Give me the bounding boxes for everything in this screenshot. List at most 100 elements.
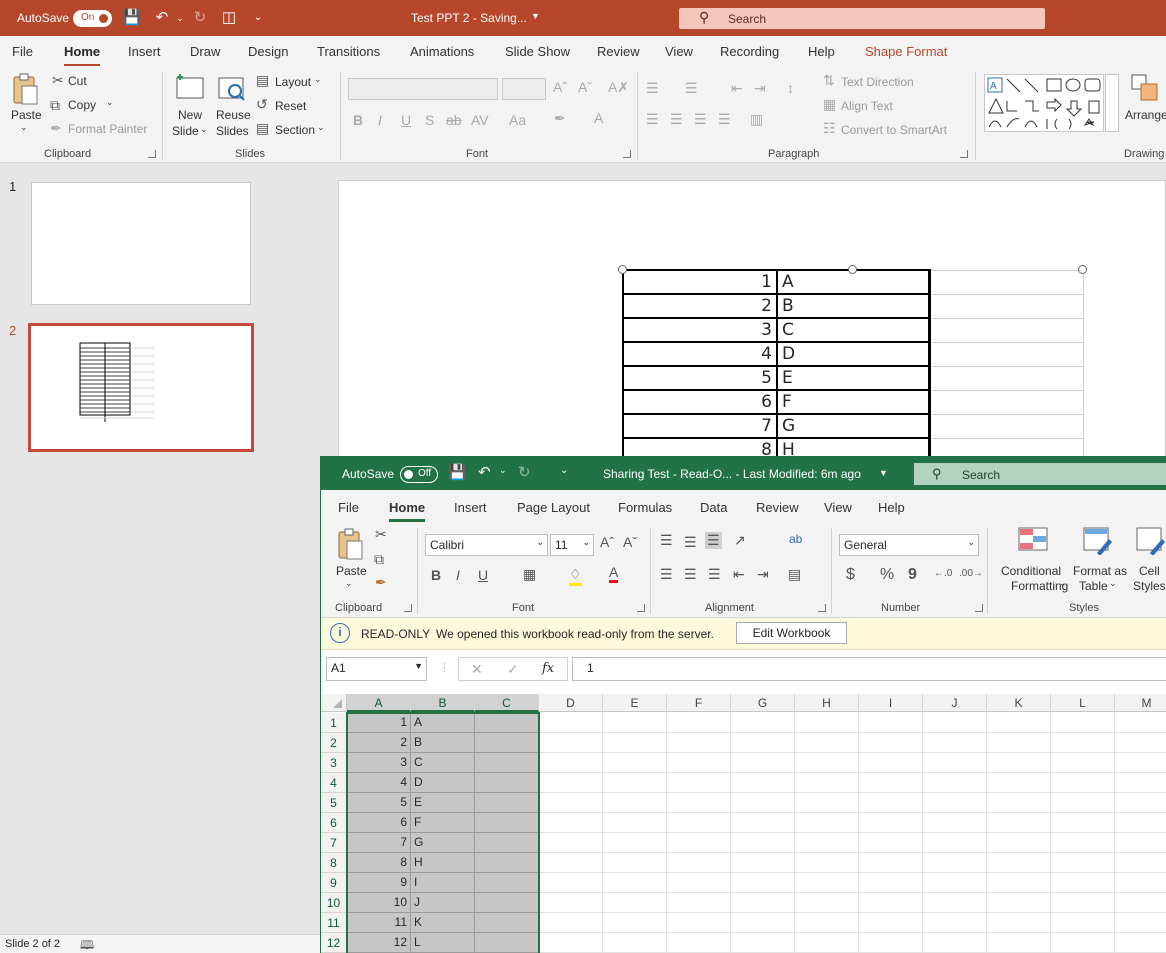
cell-d1[interactable]: [539, 713, 603, 733]
change-case-button[interactable]: Aa: [509, 112, 526, 128]
paste-icon[interactable]: [11, 72, 39, 106]
align-left-icon[interactable]: ☰: [646, 111, 659, 128]
excel-tab-home[interactable]: Home: [389, 500, 426, 522]
table-cell-empty[interactable]: [927, 365, 1084, 391]
cell-l6[interactable]: [1051, 813, 1115, 833]
bottom-align-icon[interactable]: ☰: [705, 532, 722, 549]
table-cell-number[interactable]: 4: [622, 341, 778, 367]
excel-document-title[interactable]: Sharing Test - Read-O... - Last Modified…: [603, 467, 861, 481]
cell-e7[interactable]: [603, 833, 667, 853]
bullets-icon[interactable]: ☰: [646, 80, 659, 97]
cell-c7[interactable]: [475, 833, 539, 853]
cell-e6[interactable]: [603, 813, 667, 833]
cell-h5[interactable]: [795, 793, 859, 813]
resize-handle-top-left[interactable]: [618, 265, 627, 274]
cell-a11[interactable]: 11: [347, 913, 411, 933]
excel-decrease-indent-icon[interactable]: ⇤: [733, 566, 745, 583]
reset-button[interactable]: Reset: [275, 99, 306, 113]
cell-j7[interactable]: [923, 833, 987, 853]
column-header-f[interactable]: F: [667, 694, 731, 712]
format-as-table-button-line2[interactable]: Table: [1079, 579, 1108, 593]
cell-g10[interactable]: [731, 893, 795, 913]
cell-m11[interactable]: [1115, 913, 1166, 933]
column-header-j[interactable]: J: [923, 694, 987, 712]
increase-indent-icon[interactable]: ⇥: [754, 80, 766, 97]
cell-f10[interactable]: [667, 893, 731, 913]
cell-e8[interactable]: [603, 853, 667, 873]
cell-j4[interactable]: [923, 773, 987, 793]
italic-button[interactable]: I: [378, 112, 382, 128]
row-header[interactable]: 2: [321, 733, 347, 753]
number-format-dropdown[interactable]: General ⌄: [839, 534, 979, 556]
copy-button[interactable]: Copy: [68, 98, 96, 112]
column-header-h[interactable]: H: [795, 694, 859, 712]
table-cell-empty[interactable]: [927, 341, 1084, 367]
column-header-c[interactable]: C: [475, 694, 539, 712]
cell-l5[interactable]: [1051, 793, 1115, 813]
table-cell-number[interactable]: 1: [622, 269, 778, 295]
cell-k9[interactable]: [987, 873, 1051, 893]
cell-l8[interactable]: [1051, 853, 1115, 873]
cell-e3[interactable]: [603, 753, 667, 773]
cell-m1[interactable]: [1115, 713, 1166, 733]
excel-align-center-icon[interactable]: ☰: [684, 566, 697, 583]
cell-b4[interactable]: D: [411, 773, 475, 793]
cell-d12[interactable]: [539, 933, 603, 953]
format-as-table-button[interactable]: Format as: [1073, 564, 1127, 578]
reuse-slides-button[interactable]: Reuse: [216, 108, 251, 122]
cell-styles-button[interactable]: Cell: [1139, 564, 1160, 578]
cell-b10[interactable]: J: [411, 893, 475, 913]
excel-tab-help[interactable]: Help: [878, 500, 905, 515]
cell-b7[interactable]: G: [411, 833, 475, 853]
table-cell-letter[interactable]: F: [776, 389, 930, 415]
undo-dropdown-icon[interactable]: ⌄: [170, 8, 190, 28]
cell-h11[interactable]: [795, 913, 859, 933]
row-header[interactable]: 7: [321, 833, 347, 853]
cell-g9[interactable]: [731, 873, 795, 893]
cell-j1[interactable]: [923, 713, 987, 733]
autosave-toggle[interactable]: On: [73, 10, 112, 27]
cell-m10[interactable]: [1115, 893, 1166, 913]
cell-e12[interactable]: [603, 933, 667, 953]
cell-j12[interactable]: [923, 933, 987, 953]
cell-k1[interactable]: [987, 713, 1051, 733]
column-header-a[interactable]: A: [347, 694, 411, 712]
layout-dropdown-icon[interactable]: ⌄: [314, 74, 322, 85]
cell-l12[interactable]: [1051, 933, 1115, 953]
excel-search-box[interactable]: ⚲ Search: [914, 463, 1166, 485]
cell-e2[interactable]: [603, 733, 667, 753]
paste-dropdown-icon[interactable]: ⌄: [20, 122, 28, 133]
shadow-button[interactable]: S: [425, 112, 434, 128]
table-cell-letter[interactable]: C: [776, 317, 930, 343]
cell-m2[interactable]: [1115, 733, 1166, 753]
cut-button[interactable]: Cut: [68, 74, 87, 88]
excel-redo-icon[interactable]: ↻: [518, 463, 531, 481]
table-cell-empty[interactable]: [927, 389, 1084, 415]
excel-bold-button[interactable]: B: [431, 567, 441, 583]
cell-m5[interactable]: [1115, 793, 1166, 813]
cell-h1[interactable]: [795, 713, 859, 733]
cell-b8[interactable]: H: [411, 853, 475, 873]
cell-h9[interactable]: [795, 873, 859, 893]
new-slide-dropdown-icon[interactable]: ⌄: [200, 124, 208, 135]
cell-c9[interactable]: [475, 873, 539, 893]
excel-cut-icon[interactable]: ✂: [375, 526, 387, 543]
tab-slide-show[interactable]: Slide Show: [505, 44, 570, 59]
column-header-m[interactable]: M: [1115, 694, 1166, 712]
row-header[interactable]: 3: [321, 753, 347, 773]
cell-d10[interactable]: [539, 893, 603, 913]
cell-i11[interactable]: [859, 913, 923, 933]
shrink-font-icon[interactable]: Aˇ: [578, 79, 592, 95]
cell-f7[interactable]: [667, 833, 731, 853]
excel-format-painter-icon[interactable]: ✒: [375, 574, 387, 591]
cell-a6[interactable]: 6: [347, 813, 411, 833]
cell-k3[interactable]: [987, 753, 1051, 773]
cell-d5[interactable]: [539, 793, 603, 813]
redo-icon[interactable]: ↻: [190, 8, 210, 28]
cell-c4[interactable]: [475, 773, 539, 793]
cell-h8[interactable]: [795, 853, 859, 873]
cell-k4[interactable]: [987, 773, 1051, 793]
underline-button[interactable]: U: [401, 112, 411, 128]
table-cell-number[interactable]: 6: [622, 389, 778, 415]
cell-g2[interactable]: [731, 733, 795, 753]
